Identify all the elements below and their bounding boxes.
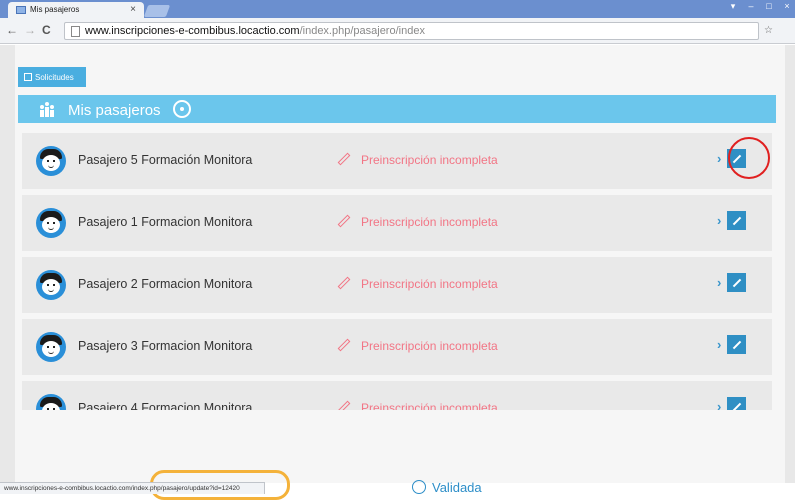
section-header: Mis pasajeros: [18, 95, 776, 123]
pencil-icon: [337, 276, 351, 290]
edit-icon: [732, 278, 742, 288]
tab-close-icon[interactable]: ×: [130, 4, 136, 15]
avatar: [36, 332, 66, 362]
new-tab-button[interactable]: [143, 5, 171, 17]
passenger-name: Pasajero 3 Formacion Monitora: [78, 339, 253, 353]
passenger-row: Pasajero 5 Formación Monitora Preinscrip…: [22, 133, 772, 189]
chevron-right-icon[interactable]: ›: [717, 337, 721, 352]
browser-toolbar: ← → C www.inscripciones-e-combibus.locac…: [0, 18, 795, 44]
url-host: www.inscripciones-e-combibus.locactio.co…: [85, 25, 300, 37]
passenger-name: Pasajero 1 Formacion Monitora: [78, 215, 253, 229]
validada-status: Validada: [412, 480, 482, 495]
tab-title: Mis pasajeros: [30, 5, 80, 14]
passenger-status: Preinscripción incompleta: [337, 276, 498, 291]
solicitudes-button[interactable]: Solicitudes: [18, 67, 86, 87]
avatar: [36, 270, 66, 300]
edit-square-icon: [24, 73, 32, 81]
status-text: Preinscripción incompleta: [361, 215, 498, 229]
back-arrow-icon[interactable]: ←: [6, 23, 18, 37]
section-title: Mis pasajeros: [68, 102, 161, 119]
family-icon: [40, 102, 54, 117]
pencil-icon: [337, 152, 351, 166]
minimize-icon[interactable]: –: [743, 1, 759, 13]
forward-arrow-icon[interactable]: →: [24, 23, 36, 37]
add-passenger-icon[interactable]: [172, 100, 191, 118]
browser-tab[interactable]: Mis pasajeros ×: [8, 2, 144, 18]
edit-icon: [732, 340, 742, 350]
passenger-status: Preinscripción incompleta: [337, 152, 498, 167]
edit-icon: [732, 216, 742, 226]
passenger-row: Pasajero 2 Formacion Monitora Preinscrip…: [22, 257, 772, 313]
highlight-circle: [728, 137, 770, 179]
chevron-right-icon[interactable]: ›: [717, 151, 721, 166]
pencil-icon: [337, 338, 351, 352]
bookmark-star-icon[interactable]: ☆: [764, 25, 773, 36]
validada-label: Validada: [432, 480, 482, 495]
check-circle-icon: [412, 480, 426, 494]
address-bar[interactable]: www.inscripciones-e-combibus.locactio.co…: [64, 22, 759, 40]
passenger-status: Preinscripción incompleta: [337, 214, 498, 229]
maximize-icon[interactable]: □: [761, 1, 777, 13]
passenger-row: Pasajero 1 Formacion Monitora Preinscrip…: [22, 195, 772, 251]
status-text: Preinscripción incompleta: [361, 277, 498, 291]
url-path: /index.php/pasajero/index: [299, 25, 425, 37]
page-favicon-icon: [16, 6, 26, 14]
passenger-status: Preinscripción incompleta: [337, 338, 498, 353]
edit-passenger-button[interactable]: [727, 273, 746, 292]
window-menu-icon[interactable]: ▾: [725, 1, 741, 13]
pencil-icon: [337, 214, 351, 228]
passenger-name: Pasajero 2 Formacion Monitora: [78, 277, 253, 291]
browser-titlebar: Mis pasajeros × ▾ – □ ×: [0, 0, 795, 18]
page-icon: [71, 26, 80, 37]
avatar: [36, 146, 66, 176]
edit-passenger-button[interactable]: [727, 335, 746, 354]
avatar: [36, 208, 66, 238]
status-bar-url: www.inscripciones-e-combibus.locactio.co…: [0, 482, 265, 494]
status-text: Preinscripción incompleta: [361, 153, 498, 167]
status-text: Preinscripción incompleta: [361, 339, 498, 353]
edit-passenger-button[interactable]: [727, 211, 746, 230]
passenger-name: Pasajero 5 Formación Monitora: [78, 153, 253, 167]
reload-icon[interactable]: C: [42, 23, 51, 37]
window-close-icon[interactable]: ×: [779, 1, 795, 13]
passenger-row: Pasajero 3 Formacion Monitora Preinscrip…: [22, 319, 772, 375]
solicitudes-label: Solicitudes: [35, 73, 74, 82]
bottom-card: [15, 410, 775, 450]
chevron-right-icon[interactable]: ›: [717, 275, 721, 290]
chevron-right-icon[interactable]: ›: [717, 213, 721, 228]
